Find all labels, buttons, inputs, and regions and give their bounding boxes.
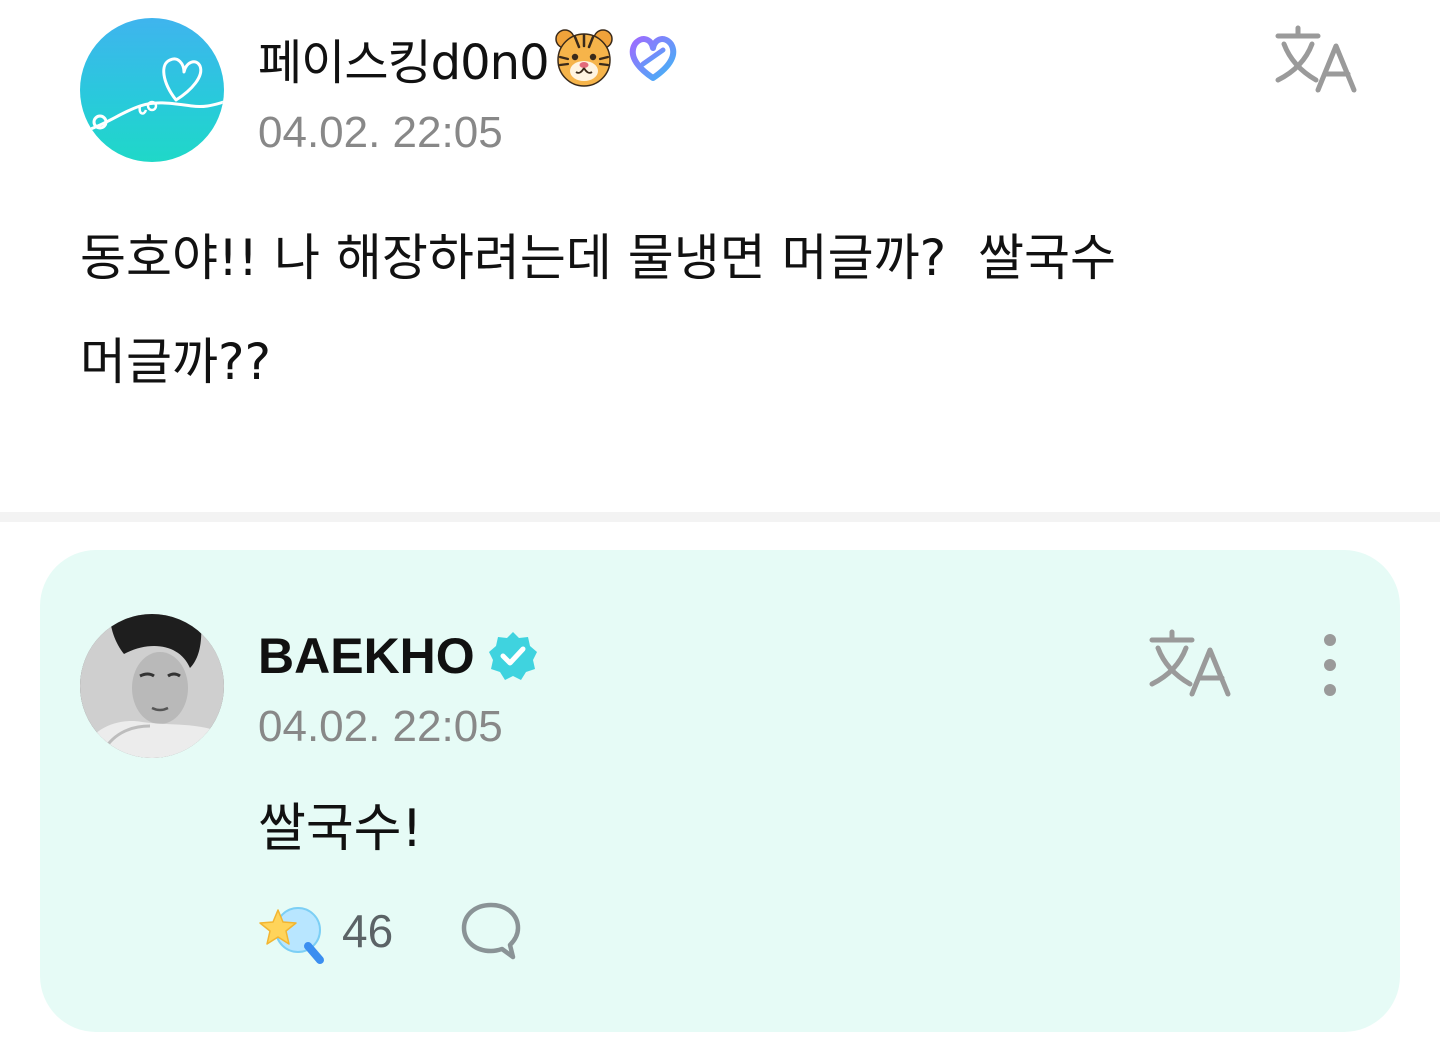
artist-comment-card: BAEKHO 04.02. 22:05 쌀국수! 46: [40, 550, 1400, 1032]
reaction-count: 46: [342, 905, 394, 957]
fan-post-body: 동호야!! 나 해장하려는데 물냉면 머글까? 쌀국수 머글까??: [80, 229, 1116, 391]
artist-comment-timestamp: 04.02. 22:05: [258, 702, 503, 751]
artist-name-row: BAEKHO: [258, 626, 539, 686]
fan-post-timestamp: 04.02. 22:05: [258, 108, 503, 157]
ribbon-heart-avatar-graphic: [86, 57, 224, 132]
artist-comment-body: 쌀국수!: [258, 799, 423, 859]
reaction-bar: 46: [258, 896, 523, 966]
fan-username[interactable]: 페이스킹d0n0: [258, 23, 550, 93]
fan-post: 페이스킹d0n0 04.02. 22:05 동호야!! 나 해장하려는데 물냉면…: [0, 0, 1440, 512]
verified-check-icon: [488, 632, 537, 680]
speech-bubble-icon[interactable]: [459, 899, 523, 963]
star-wand-icon: [259, 907, 324, 964]
artist-portrait-graphic: [80, 614, 224, 758]
membership-heart-icon: [629, 36, 676, 81]
more-vertical-icon[interactable]: [1308, 632, 1352, 698]
section-divider: [0, 512, 1440, 522]
fan-avatar[interactable]: [80, 18, 224, 162]
fan-name-row: 페이스킹d0n0: [258, 23, 681, 93]
artist-username[interactable]: BAEKHO: [258, 627, 475, 685]
reaction-button[interactable]: 46: [258, 896, 393, 966]
tiger-face-icon: [554, 29, 613, 87]
artist-avatar[interactable]: [80, 614, 224, 758]
translate-icon[interactable]: [1272, 24, 1360, 94]
translate-icon[interactable]: [1146, 628, 1234, 698]
